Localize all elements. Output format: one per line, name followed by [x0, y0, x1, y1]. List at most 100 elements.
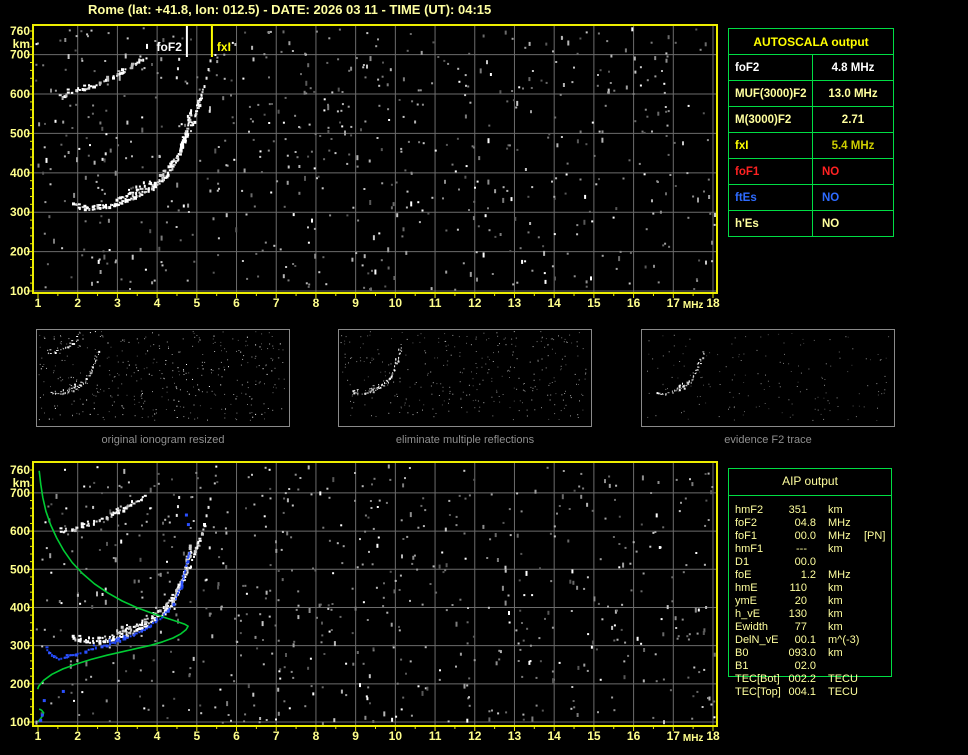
- aip-row-foE-unit: MHz: [828, 569, 851, 581]
- axis-label: 200: [10, 245, 30, 259]
- axis-labels: 760700600500400300200100km1 2 3 4 5 6 7 8 9 10 11 1…: [10, 24, 720, 311]
- axis-label: 9: [352, 296, 359, 310]
- autoscala-row-foF2: foF2 4.8 MHz: [729, 54, 893, 80]
- panel-eliminate-reflections-image: [340, 331, 587, 421]
- axis-label: 17: [667, 729, 681, 743]
- autoscala-row-label: M(3000)F2: [729, 107, 813, 132]
- panel-trace: [50, 355, 96, 396]
- autoscala-row-value: 2.71: [841, 113, 865, 126]
- aip-row-TEC[Top]-val: 004.1: [788, 686, 816, 698]
- axis-label: 18: [706, 296, 720, 310]
- aip-row-hmF2-lab: hmF2: [735, 504, 764, 516]
- axis-label: 18: [706, 729, 720, 743]
- axis-label: 5: [193, 729, 200, 743]
- panel-trace: [656, 358, 702, 396]
- axis-label: 600: [10, 524, 30, 538]
- axis-label: 11: [429, 296, 442, 310]
- axis-label: 16: [627, 729, 641, 743]
- aip-row-hmE-lab: hmE: [735, 582, 758, 594]
- autoscala-row-h'Es: h'Es NO: [729, 210, 893, 236]
- autoscala-row-foF1: foF1 NO: [729, 158, 893, 184]
- panel-trace: [47, 336, 79, 355]
- aip-row-hmF2-unit: km: [828, 504, 843, 516]
- aip-row-foF1-lab: foF1: [735, 530, 758, 542]
- aip-row-ymE-val: 20: [794, 595, 807, 607]
- axis-label: 400: [10, 600, 30, 614]
- station-datetime-title: Rome (lat: +41.8, lon: 012.5) - DATE: 20…: [88, 2, 492, 17]
- aip-row-Ewidth-unit: km: [828, 621, 843, 633]
- autoscala-row-value: NO: [822, 217, 840, 230]
- aip-row-B0-val: 093.0: [788, 647, 816, 659]
- panel-caption-evidence: evidence F2 trace: [724, 434, 812, 446]
- ionogram-plot-bottom-with-profile: 760700600500400300200100km1 2 3 4 5 6 7 8 9 10 11 1…: [10, 461, 720, 744]
- axis-label: 100: [10, 284, 30, 298]
- axis-label: 6: [233, 729, 240, 743]
- autoscala-row-label: MUF(3000)F2: [729, 81, 813, 106]
- aip-row-foF1-val: 00.0: [794, 530, 816, 542]
- axis-label: 3: [114, 296, 121, 310]
- aip-row-hmF1-unit: km: [828, 543, 843, 555]
- axis-label: 1: [35, 296, 42, 310]
- axis-label: km: [13, 37, 30, 51]
- autoscala-row-label: foF2: [729, 55, 813, 80]
- aip-row-foF1-note: [PN]: [864, 530, 886, 542]
- autoscala-row-label: fxI: [729, 133, 813, 158]
- axis-label: 13: [508, 296, 522, 310]
- aip-row-B0-unit: km: [828, 647, 843, 659]
- aip-row-DelN_vE-unit: m^(-3): [828, 634, 860, 646]
- aip-row-ymE-lab: ymE: [735, 595, 757, 607]
- autoscala-row-fxI: fxI 5.4 MHz: [729, 132, 893, 158]
- autoscala-row-M(3000)F2: M(3000)F2 2.71: [729, 106, 893, 132]
- axis-label: 8: [313, 296, 320, 310]
- axis-label: 200: [10, 677, 30, 691]
- axis-label: 300: [10, 639, 30, 653]
- multiple-reflection-trace: [58, 55, 148, 99]
- aip-row-foE-val: 1.2: [800, 569, 816, 581]
- multiple-reflection-trace: [59, 494, 147, 534]
- axis-label: 4: [154, 729, 161, 743]
- panel-evidence-f2-image: [647, 333, 890, 421]
- axis-label: 4: [154, 296, 161, 310]
- axis-label: 7: [273, 729, 280, 743]
- aip-row-foE-lab: foE: [735, 569, 752, 581]
- autoscala-window: Rome (lat: +41.8, lon: 012.5) - DATE: 20…: [0, 0, 968, 755]
- autoscala-output-table: AUTOSCALA output foF2 4.8 MHz MUF(3000)F2 1…: [728, 28, 894, 237]
- axis-label: 12: [468, 729, 482, 743]
- autoscala-row-ftEs: ftEs NO: [729, 184, 893, 210]
- axis-label: 500: [10, 562, 30, 576]
- aip-row-h_vE-lab: h_vE: [735, 608, 761, 620]
- aip-row-foF2-lab: foF2: [735, 517, 758, 529]
- axis-label: 2: [74, 296, 81, 310]
- axis-label: 300: [10, 205, 30, 219]
- panel-trace: [368, 347, 403, 392]
- panel-original-ionogram-image: [38, 331, 285, 421]
- aip-row-hmE-unit: km: [828, 582, 843, 594]
- axis-labels: 760700600500400300200100km1 2 3 4 5 6 7 8 9 10 11 1…: [10, 463, 720, 744]
- plot-frame: [27, 461, 718, 731]
- axis-label: 11: [429, 729, 442, 743]
- aip-row-foF2-val: 04.8: [794, 517, 816, 529]
- autoscala-row-value: 4.8 MHz: [831, 61, 875, 74]
- axis-label: 14: [547, 296, 561, 310]
- axis-label: 760: [10, 24, 30, 38]
- axis-label: MHz: [683, 300, 704, 311]
- panel-trace: [352, 358, 397, 396]
- axis-label: 9: [352, 729, 359, 743]
- noise-layer: [647, 333, 890, 421]
- axis-label: 6: [233, 296, 240, 310]
- autoscala-row-value: NO: [822, 191, 840, 204]
- autoscala-row-label: foF1: [729, 159, 813, 184]
- axis-label: 14: [547, 729, 561, 743]
- axis-label: 12: [468, 296, 482, 310]
- noise-layer: [35, 464, 716, 726]
- axis-label: 5: [193, 296, 200, 310]
- axis-label: 400: [10, 166, 30, 180]
- axis-label: MHz: [683, 733, 704, 744]
- aip-row-hmF2-val: 351: [788, 504, 807, 516]
- aip-row-TEC[Bot]-val: 002.2: [788, 673, 816, 685]
- axis-label: 17: [667, 296, 681, 310]
- autoscala-row-value: NO: [822, 165, 840, 178]
- aip-row-hmE-val: 110: [789, 582, 807, 594]
- aip-row-B1-lab: B1: [735, 660, 749, 672]
- aip-row-foF2-unit: MHz: [828, 517, 851, 529]
